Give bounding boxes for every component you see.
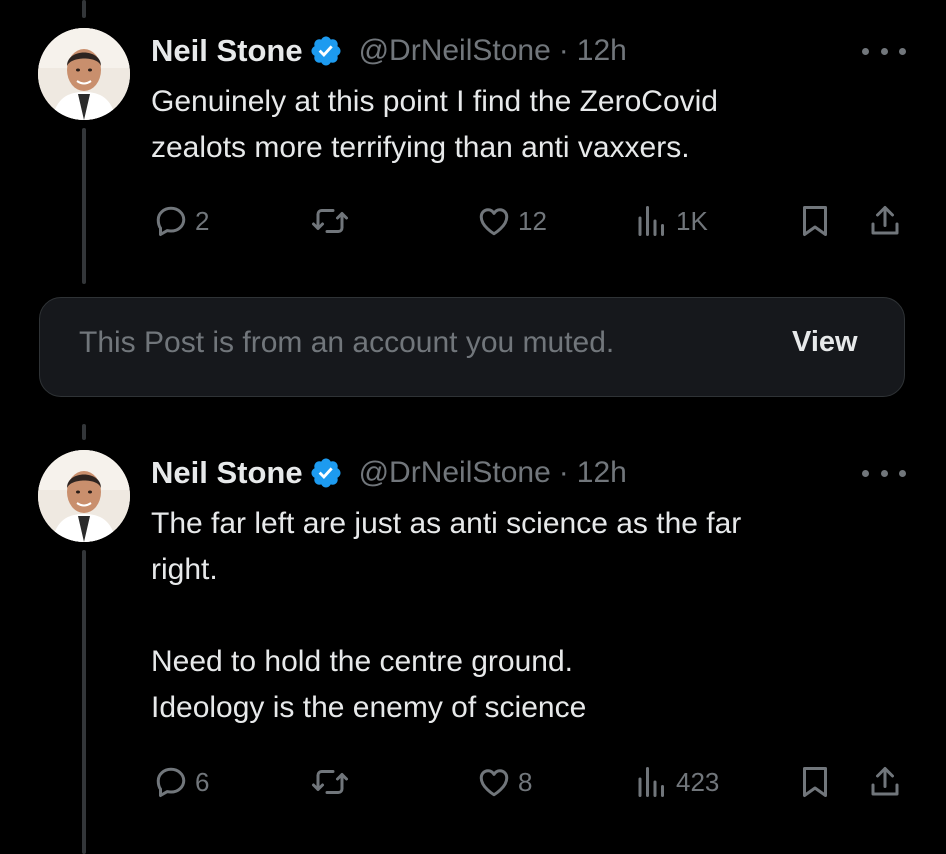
tweet-text: The far left are just as anti science as…: [151, 501, 891, 731]
verified-badge-icon: [309, 456, 343, 490]
bookmark-icon: [803, 767, 827, 797]
share-icon: [871, 767, 899, 796]
author-handle[interactable]: @DrNeilStone: [359, 456, 551, 490]
like-button[interactable]: 8: [476, 762, 532, 802]
share-button[interactable]: [867, 762, 903, 802]
tweet-text-line: Ideology is the enemy of science: [151, 691, 587, 724]
tweet-2[interactable]: Neil Stone @DrNeilStone · 12h The far le…: [0, 0, 946, 854]
views-icon: [638, 767, 664, 797]
avatar[interactable]: [38, 450, 130, 542]
reply-icon: [156, 767, 186, 797]
retweet-icon: [312, 770, 348, 794]
retweet-button[interactable]: [310, 762, 356, 802]
tweet-text-line: The far left are just as anti science as…: [151, 507, 742, 540]
like-count: 8: [518, 766, 533, 797]
reply-button[interactable]: 6: [153, 762, 209, 802]
reply-count: 6: [195, 766, 210, 797]
views-count: 423: [676, 766, 720, 797]
like-icon: [479, 769, 509, 797]
tweet-text-line: right.: [151, 553, 218, 586]
separator: ·: [558, 456, 569, 489]
timestamp[interactable]: 12h: [577, 456, 627, 490]
action-bar: 6 8 423: [0, 762, 946, 802]
more-icon[interactable]: [862, 463, 906, 483]
bookmark-button[interactable]: [797, 762, 833, 802]
author-name[interactable]: Neil Stone: [151, 455, 303, 491]
views-button[interactable]: 423: [634, 762, 719, 802]
avatar-photo-icon: [38, 450, 130, 542]
tweet-text-line: Need to hold the centre ground.: [151, 645, 573, 678]
tweet-header: Neil Stone @DrNeilStone · 12h: [151, 453, 627, 493]
